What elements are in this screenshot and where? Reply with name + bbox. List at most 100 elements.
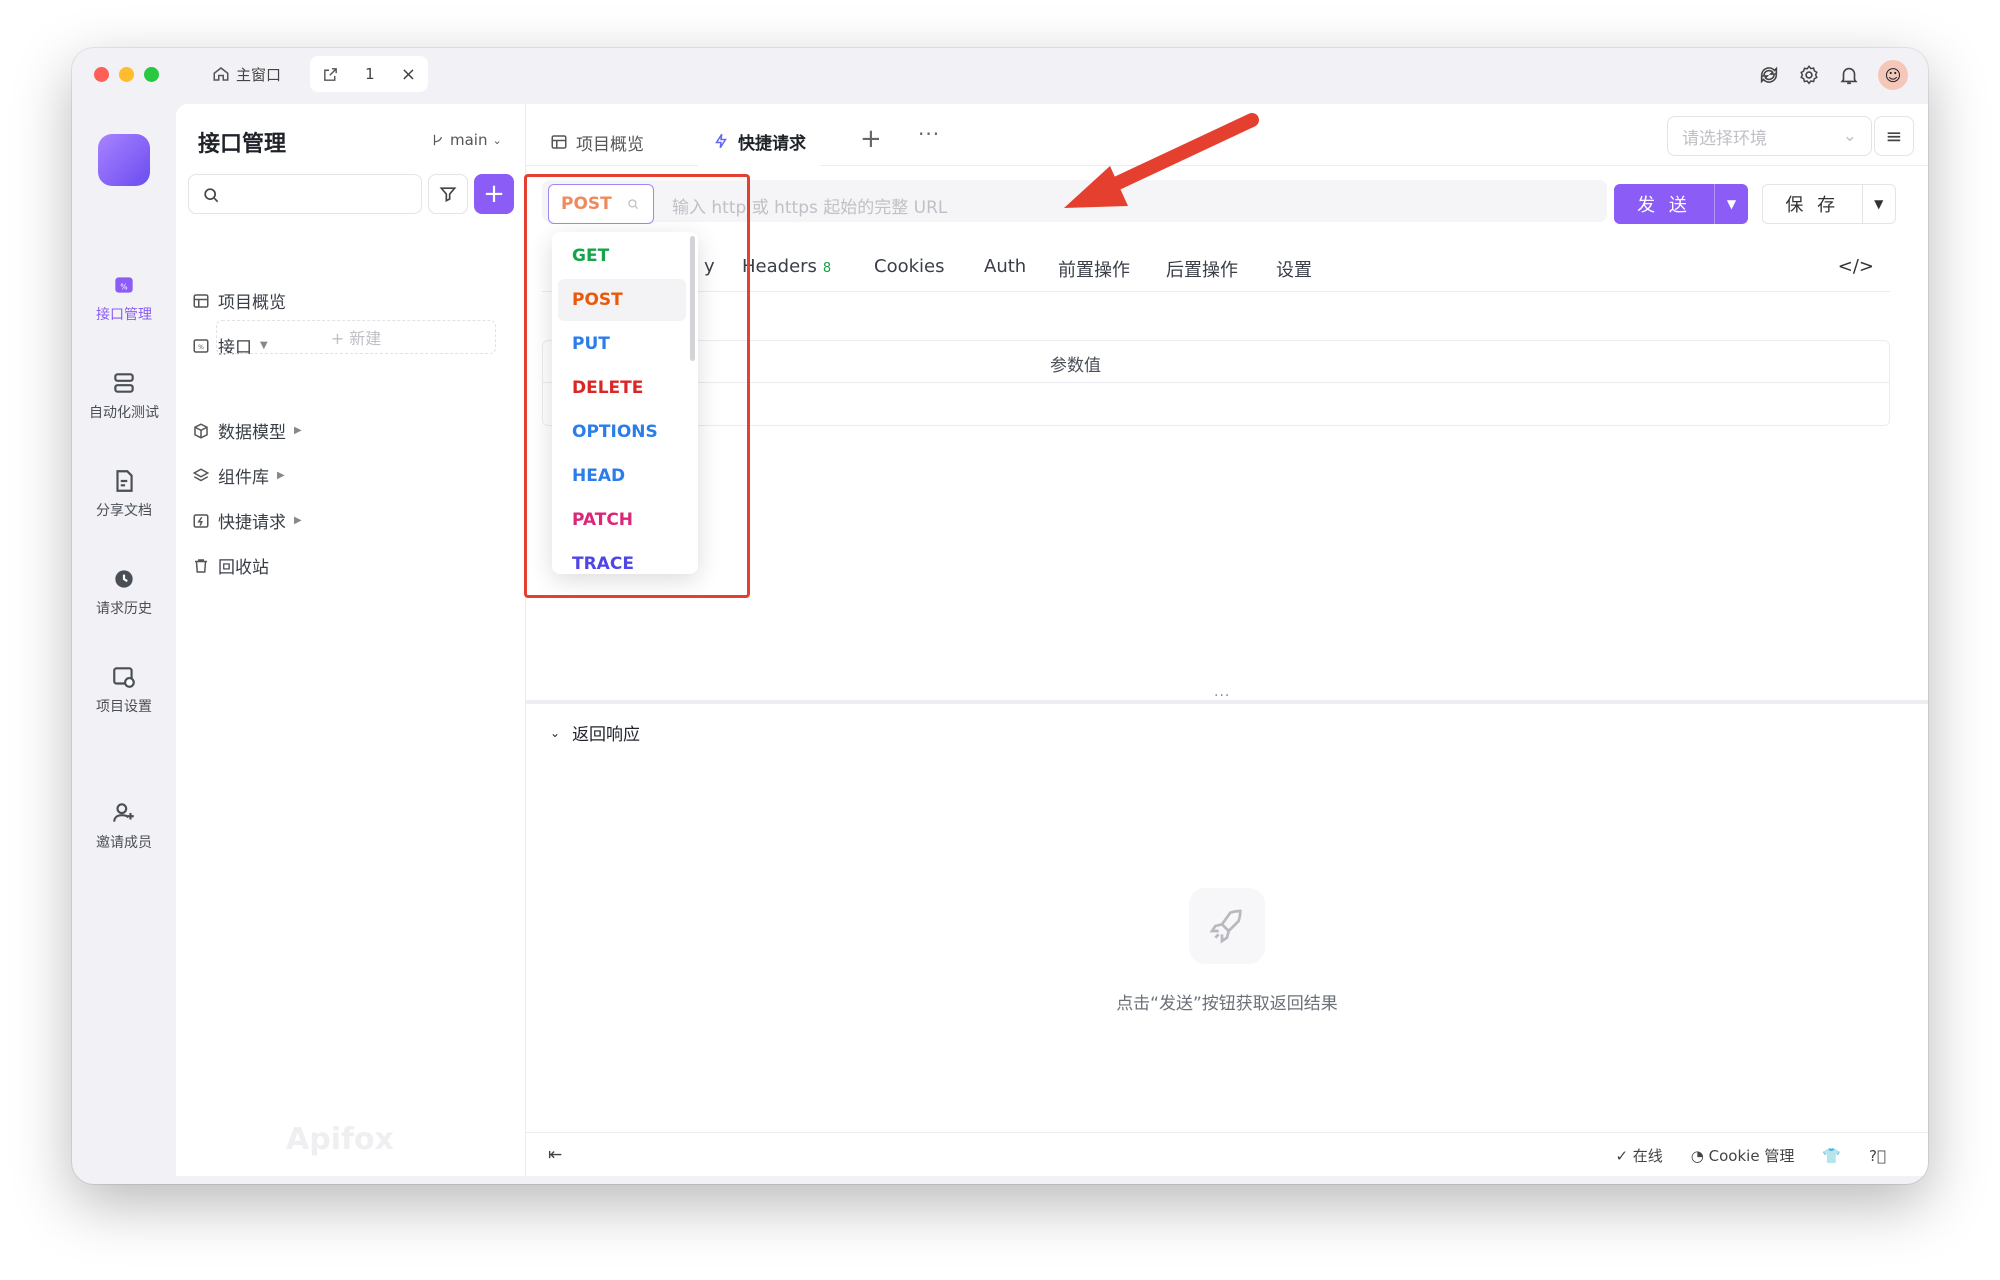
caret-right-icon[interactable]: ▶ <box>294 515 302 526</box>
cookie-manager[interactable]: ◔ Cookie 管理 <box>1691 1145 1795 1166</box>
close-tab-icon[interactable]: × <box>401 64 416 85</box>
code-icon[interactable]: </> <box>1838 256 1874 277</box>
app-window: 主窗口 1 × ☺ % 接口管理 自动化测试 分享文档 请求历史 项目设置 邀请… <box>72 48 1928 1184</box>
tree-item-component-library[interactable]: 组件库 ▶ <box>192 463 285 488</box>
tab-quick-request[interactable]: 快捷请求 <box>698 118 820 166</box>
nav-item-history[interactable]: 请求历史 <box>72 566 176 618</box>
annotation-highlight-box <box>524 174 750 598</box>
layout-icon <box>193 293 209 308</box>
cube-icon <box>194 422 208 439</box>
lightning-box-icon <box>193 513 209 528</box>
tree-item-project-overview[interactable]: 项目概览 <box>192 288 286 313</box>
help-icon[interactable]: ?⃝ <box>1869 1147 1886 1165</box>
nav-item-label: 分享文档 <box>96 503 152 519</box>
environment-select[interactable]: 请选择环境 ⌄ <box>1667 116 1872 156</box>
project-settings-icon <box>113 667 135 688</box>
branch-selector[interactable]: main ⌄ <box>431 131 502 149</box>
subtab-label: Headers <box>742 256 817 277</box>
user-avatar[interactable]: ☺ <box>1878 60 1908 90</box>
nav-item-label: 项目设置 <box>96 699 152 715</box>
chevron-down-icon: ⌄ <box>1842 126 1857 146</box>
filter-button[interactable] <box>428 174 468 214</box>
tree-item-quick-requests[interactable]: 快捷请求 ▶ <box>192 508 302 533</box>
nav-item-label: 接口管理 <box>96 307 152 323</box>
caret-right-icon[interactable]: ▶ <box>277 470 285 481</box>
sync-icon[interactable] <box>1758 64 1780 86</box>
collapse-sidebar-icon[interactable]: ⇤ <box>548 1145 562 1165</box>
hamburger-icon: ≡ <box>1885 124 1903 148</box>
subtab-settings[interactable]: 设置 <box>1276 256 1312 282</box>
tree-item-data-models[interactable]: 数据模型 ▶ <box>192 418 302 443</box>
nav-item-invite-members[interactable]: 邀请成员 <box>72 800 176 852</box>
nav-item-api-management[interactable]: % 接口管理 <box>72 272 176 324</box>
svg-text:%: % <box>120 282 127 291</box>
tree-item-label: 回收站 <box>218 558 269 578</box>
save-button[interactable]: 保 存 ▼ <box>1762 184 1896 224</box>
send-label: 发 送 <box>1637 195 1691 216</box>
response-header[interactable]: ⌄ 返回响应 <box>550 720 640 745</box>
branch-name: main <box>450 131 488 149</box>
title-bar: 主窗口 1 × ☺ <box>72 48 1928 104</box>
send-button[interactable]: 发 送 ▼ <box>1614 184 1748 224</box>
window-tab-project-label: 1 <box>365 65 375 83</box>
chevron-down-icon: ⌄ <box>492 133 502 147</box>
gear-icon[interactable] <box>1798 64 1820 86</box>
nav-item-share-docs[interactable]: 分享文档 <box>72 468 176 520</box>
online-label: 在线 <box>1632 1147 1663 1165</box>
menu-button[interactable]: ≡ <box>1874 116 1914 156</box>
online-status[interactable]: ✓ 在线 <box>1615 1145 1662 1166</box>
window-tab-home[interactable]: 主窗口 <box>202 56 291 92</box>
status-bar: ⇤ ✓ 在线 ◔ Cookie 管理 👕 ?⃝ <box>526 1132 1928 1176</box>
add-tab-button[interactable]: + <box>860 124 882 154</box>
minimize-window-button[interactable] <box>119 67 134 82</box>
trash-icon <box>195 558 207 573</box>
shirt-icon[interactable]: 👕 <box>1822 1147 1841 1165</box>
apifox-watermark: Apifox <box>286 1122 394 1157</box>
close-window-button[interactable] <box>94 67 109 82</box>
lightning-icon <box>715 133 727 149</box>
rocket-icon <box>1189 888 1265 964</box>
app-logo <box>98 134 150 186</box>
plus-icon: + <box>483 179 505 209</box>
tab-project-overview[interactable]: 项目概览 <box>536 118 658 166</box>
subtab-cookies[interactable]: Cookies <box>874 256 944 277</box>
nav-item-label: 自动化测试 <box>89 405 159 421</box>
layout-icon <box>551 135 567 149</box>
window-tab-project[interactable]: 1 × <box>310 56 428 92</box>
subtab-headers[interactable]: Headers 8 <box>742 256 831 277</box>
subtab-post-actions[interactable]: 后置操作 <box>1166 256 1238 282</box>
external-link-icon <box>324 67 337 81</box>
nav-item-project-settings[interactable]: 项目设置 <box>72 664 176 716</box>
api-folder-icon: % <box>193 338 209 353</box>
api-icon: % <box>115 277 133 293</box>
caret-right-icon[interactable]: ▶ <box>294 425 302 436</box>
filter-icon <box>439 187 457 203</box>
drag-handle-icon[interactable]: ··· <box>1214 688 1230 704</box>
more-tabs-icon[interactable]: ··· <box>918 122 940 146</box>
svg-text:%: % <box>198 344 204 351</box>
branch-icon <box>433 134 443 146</box>
chevron-down-icon[interactable]: ▼ <box>1861 185 1896 223</box>
layers-icon <box>192 467 210 481</box>
nav-item-label: 请求历史 <box>96 601 152 617</box>
response-empty-text: 点击“发送”按钮获取返回结果 <box>1116 994 1338 1014</box>
share-doc-icon <box>116 470 133 492</box>
invite-user-icon <box>113 803 134 822</box>
tab-label: 项目概览 <box>576 134 644 155</box>
sidebar-search-input[interactable] <box>188 174 422 214</box>
param-value-header: 参数值 <box>1050 356 1101 376</box>
search-icon <box>204 188 219 203</box>
annotation-arrow-icon <box>1064 113 1259 208</box>
tree-item-label: 组件库 <box>218 468 269 488</box>
tree-item-recycle-bin[interactable]: 回收站 <box>192 553 269 578</box>
nav-item-automation[interactable]: 自动化测试 <box>72 370 176 422</box>
automation-icon <box>114 373 134 393</box>
new-item-button[interactable]: + 新建 <box>216 320 496 354</box>
subtab-pre-actions[interactable]: 前置操作 <box>1058 256 1130 282</box>
subtab-auth[interactable]: Auth <box>984 256 1026 277</box>
maximize-window-button[interactable] <box>144 67 159 82</box>
chevron-down-icon: ⌄ <box>550 725 561 740</box>
bell-icon[interactable] <box>1838 64 1860 86</box>
chevron-down-icon[interactable]: ▼ <box>1714 184 1748 224</box>
add-button[interactable]: + <box>474 174 514 214</box>
